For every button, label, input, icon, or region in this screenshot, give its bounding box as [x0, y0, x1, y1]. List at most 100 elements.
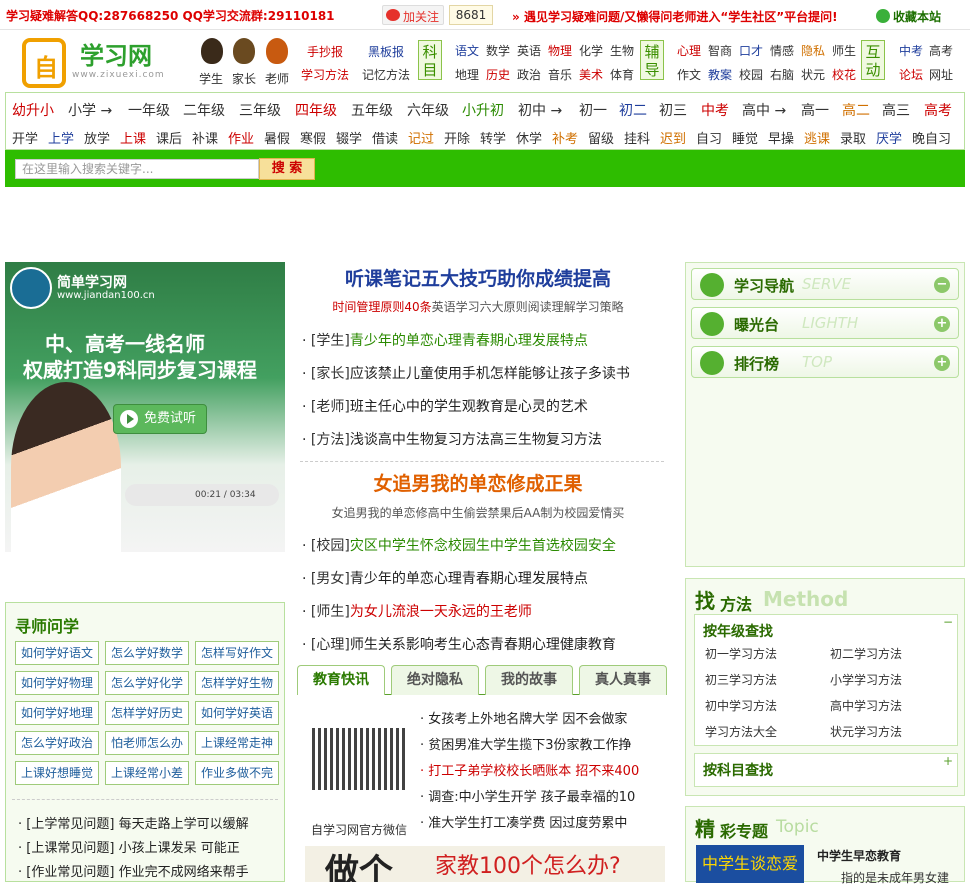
grade-link[interactable]: 小学 → — [68, 100, 112, 120]
news-item[interactable]: · 准大学生打工凑学费 因过度劳累中 — [420, 812, 627, 831]
headline-2[interactable]: 女追男我的单恋修成正果 — [293, 469, 663, 496]
tab-true-story[interactable]: 真人真事 — [579, 665, 667, 695]
role-student[interactable]: 学生 — [199, 70, 223, 87]
qa-button[interactable]: 怎么学好数学 — [105, 641, 189, 665]
subject-link[interactable]: 生物 — [610, 42, 634, 59]
stage-link[interactable]: 寒假 — [300, 128, 326, 147]
link-shouchaobao[interactable]: 手抄报 — [307, 43, 343, 60]
interact-link[interactable]: 中考 — [899, 42, 923, 59]
expand-icon[interactable]: + — [934, 355, 950, 371]
stage-link[interactable]: 补课 — [192, 128, 218, 147]
stage-link[interactable]: 挂科 — [624, 128, 650, 147]
list-item[interactable]: · [学生]青少年的单恋心理青春期心理发展特点 — [302, 330, 588, 350]
tutoring-ad-banner[interactable]: 做个 家教100个怎么办? — [305, 846, 665, 882]
qa-button[interactable]: 如何学好英语 — [195, 701, 279, 725]
role-parent[interactable]: 家长 — [232, 70, 256, 87]
qa-button[interactable]: 怎么学好政治 — [15, 731, 99, 755]
stage-link[interactable]: 开学 — [12, 128, 38, 147]
list-item[interactable]: · [男女]青少年的单恋心理青春期心理发展特点 — [302, 568, 588, 588]
search-button[interactable]: 搜 索 — [259, 158, 315, 180]
qa-button[interactable]: 怎样写好作文 — [195, 641, 279, 665]
list-item[interactable]: · [师生]为女儿流浪一天永远的王老师 — [302, 601, 532, 621]
collapse-icon[interactable]: − — [934, 277, 950, 293]
grade-link[interactable]: 高三 — [882, 100, 910, 120]
method-link[interactable]: 状元学习方法 — [830, 723, 902, 740]
subject-link[interactable]: 化学 — [579, 42, 603, 59]
grade-link[interactable]: 中考 — [701, 100, 729, 120]
expand-icon[interactable]: + — [934, 316, 950, 332]
favorite-link[interactable]: 收藏本站 — [876, 8, 941, 25]
assist-link[interactable]: 教案 — [708, 66, 732, 83]
qa-button[interactable]: 怕老师怎么办 — [105, 731, 189, 755]
news-item[interactable]: · 调查:中小学生开学 孩子最幸福的10 — [420, 786, 635, 805]
assist-link[interactable]: 校花 — [832, 66, 856, 83]
qa-button[interactable]: 如何学好地理 — [15, 701, 99, 725]
free-trial-button[interactable]: 免费试听 — [113, 404, 207, 434]
question-item[interactable]: · [上学常见问题] 每天走路上学可以缓解 — [18, 813, 249, 832]
site-name[interactable]: 学习网 — [80, 36, 152, 71]
qa-button[interactable]: 上课经常小差 — [105, 761, 189, 785]
search-input[interactable]: 在这里输入搜索关键字... — [15, 159, 259, 179]
stage-link[interactable]: 开除 — [444, 128, 470, 147]
stage-link[interactable]: 上课 — [120, 128, 146, 147]
stage-link[interactable]: 休学 — [516, 128, 542, 147]
topic-name[interactable]: 中学生早恋教育 — [817, 847, 901, 864]
grade-link[interactable]: 初一 — [579, 100, 607, 120]
news-item[interactable]: · 女孩考上外地名牌大学 因不会做家 — [420, 708, 627, 727]
grade-link[interactable]: 高中 → — [742, 100, 786, 120]
grade-link[interactable]: 高考 — [924, 100, 952, 120]
grade-link[interactable]: 初二 — [619, 100, 647, 120]
subject-link[interactable]: 语文 — [455, 42, 479, 59]
grade-link[interactable]: 初中 → — [518, 100, 562, 120]
qa-button[interactable]: 如何学好语文 — [15, 641, 99, 665]
tab-education-news[interactable]: 教育快讯 — [297, 665, 385, 695]
grade-link[interactable]: 小升初 — [462, 100, 504, 120]
sub-links-2[interactable]: 女追男我的单恋修高中生偷尝禁果后AA制为校园爱情买 — [293, 504, 663, 521]
grade-link[interactable]: 二年级 — [183, 100, 225, 120]
subject-link[interactable]: 音乐 — [548, 66, 572, 83]
grade-link[interactable]: 三年级 — [239, 100, 281, 120]
video-player-bar[interactable]: 00:21 / 03:34 — [125, 484, 279, 506]
stage-link[interactable]: 辍学 — [336, 128, 362, 147]
nav-study-guide[interactable]: 学习导航 SERVE − — [691, 268, 959, 300]
grade-link[interactable]: 高二 — [842, 100, 870, 120]
qa-button[interactable]: 如何学好物理 — [15, 671, 99, 695]
student-avatar-icon[interactable] — [201, 38, 223, 64]
assist-link[interactable]: 状元 — [801, 66, 825, 83]
question-item[interactable]: · [上课常见问题] 小孩上课发呆 可能正 — [18, 837, 240, 856]
role-teacher[interactable]: 老师 — [265, 70, 289, 87]
subject-link[interactable]: 英语 — [517, 42, 541, 59]
subject-link[interactable]: 物理 — [548, 42, 572, 59]
list-item[interactable]: · [方法]浅谈高中生物复习方法高三生物复习方法 — [302, 429, 602, 449]
stage-link[interactable]: 暑假 — [264, 128, 290, 147]
stage-link[interactable]: 上学 — [48, 128, 74, 147]
stage-link[interactable]: 厌学 — [876, 128, 902, 147]
list-item[interactable]: · [家长]应该禁止儿童使用手机怎样能够让孩子多读书 — [302, 363, 630, 383]
interact-link[interactable]: 论坛 — [899, 66, 923, 83]
question-item[interactable]: · [作业常见问题] 作业完不成网络来帮手 — [18, 861, 249, 880]
stage-link[interactable]: 睡觉 — [732, 128, 758, 147]
weibo-follow-button[interactable]: 加关注 — [382, 5, 444, 25]
method-link[interactable]: 高中学习方法 — [830, 697, 902, 714]
grade-link[interactable]: 六年级 — [407, 100, 449, 120]
collapse-icon[interactable]: − — [943, 615, 953, 629]
list-item[interactable]: · [心理]师生关系影响考生心态青春期心理健康教育 — [302, 634, 616, 654]
subject-link[interactable]: 美术 — [579, 66, 603, 83]
method-link[interactable]: 初三学习方法 — [705, 671, 777, 688]
stage-link[interactable]: 早操 — [768, 128, 794, 147]
link-memory-method[interactable]: 记忆方法 — [362, 66, 410, 83]
site-logo-icon[interactable]: 自 — [22, 38, 66, 88]
interact-link[interactable]: 高考 — [929, 42, 953, 59]
course-banner[interactable]: 简单学习网 www.jiandan100.cn 中、高考一线名师 权威打造9科同… — [5, 262, 285, 552]
assist-link[interactable]: 校园 — [739, 66, 763, 83]
list-item[interactable]: · [校园]灾区中学生怀念校园生中学生首选校园安全 — [302, 535, 616, 555]
interact-link[interactable]: 网址 — [929, 66, 953, 83]
news-item[interactable]: · 打工子弟学校校长晒账本 招不来400 — [420, 760, 639, 779]
assist-link[interactable]: 口才 — [739, 42, 763, 59]
stage-link[interactable]: 记过 — [408, 128, 434, 147]
subject-link[interactable]: 体育 — [610, 66, 634, 83]
subject-link[interactable]: 政治 — [517, 66, 541, 83]
method-link[interactable]: 学习方法大全 — [705, 723, 777, 740]
expand-icon[interactable]: + — [943, 754, 953, 768]
nav-exposure[interactable]: 曝光台 LIGHTH + — [691, 307, 959, 339]
